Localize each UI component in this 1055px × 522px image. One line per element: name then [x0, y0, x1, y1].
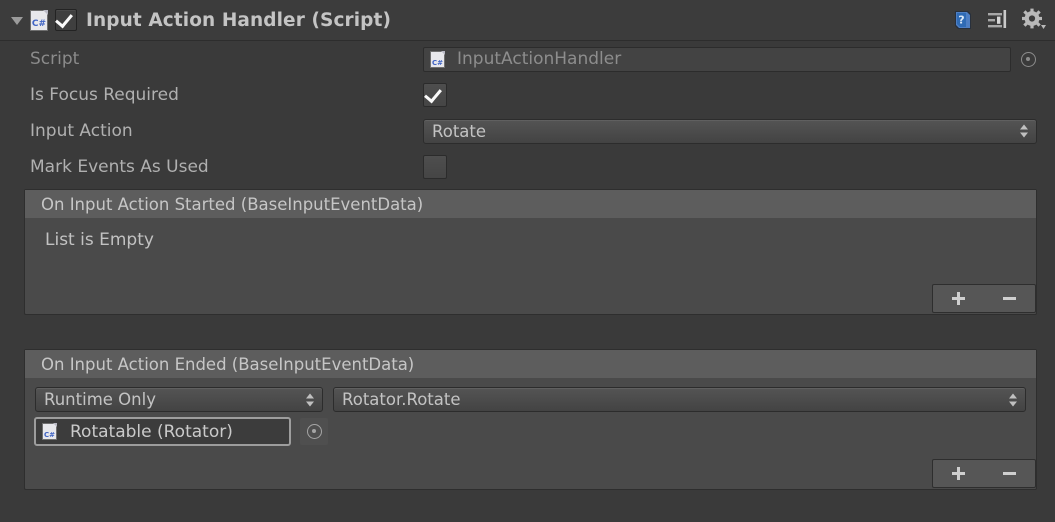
- plus-icon: [952, 467, 965, 480]
- component-header[interactable]: C# Input Action Handler (Script) ?: [0, 0, 1055, 41]
- script-field-area: C# InputActionHandler: [423, 41, 1037, 77]
- event-function-value: Rotator.Rotate: [342, 390, 461, 409]
- csharp-script-icon: C#: [430, 50, 445, 68]
- script-value: InputActionHandler: [457, 49, 622, 69]
- property-row-mark-events-as-used: Mark Events As Used: [0, 149, 1055, 185]
- event-entry-line-bottom: C# Rotatable (Rotator): [34, 417, 1026, 446]
- plus-minus-group: [932, 459, 1036, 488]
- property-row-is-focus-required: Is Focus Required: [0, 77, 1055, 113]
- component-title: Input Action Handler (Script): [86, 9, 392, 31]
- script-label: Script: [30, 49, 80, 69]
- csharp-script-icon: C#: [30, 9, 48, 31]
- minus-icon: [1003, 297, 1016, 300]
- help-icon[interactable]: ?: [951, 8, 975, 32]
- event-list-started-title: On Input Action Started (BaseInputEventD…: [41, 194, 424, 214]
- checkmark-icon: [424, 84, 442, 104]
- event-target-value: Rotatable (Rotator): [70, 421, 233, 442]
- event-target-object-field[interactable]: C# Rotatable (Rotator): [34, 417, 291, 446]
- event-list-ended-controls: [932, 457, 1036, 490]
- is-focus-required-label: Is Focus Required: [30, 85, 179, 105]
- event-list-ended-header[interactable]: On Input Action Ended (BaseInputEventDat…: [25, 350, 1036, 379]
- add-event-button-started[interactable]: [933, 285, 984, 312]
- event-list-started-empty-text: List is Empty: [45, 230, 154, 250]
- mark-events-as-used-checkbox[interactable]: [423, 155, 447, 179]
- add-event-button-ended[interactable]: [933, 460, 984, 487]
- event-function-dropdown[interactable]: Rotator.Rotate: [333, 387, 1026, 412]
- csharp-icon-label: C#: [431, 58, 443, 67]
- chevron-updown-icon: [1009, 392, 1018, 407]
- gear-icon[interactable]: [1021, 8, 1047, 32]
- plus-minus-group: [932, 284, 1036, 313]
- header-tool-icons: ?: [951, 0, 1047, 40]
- event-list-ended-title: On Input Action Ended (BaseInputEventDat…: [41, 354, 415, 374]
- input-action-value: Rotate: [432, 121, 487, 141]
- preset-icon[interactable]: [986, 9, 1010, 31]
- is-focus-required-checkbox[interactable]: [423, 83, 447, 107]
- checkmark-icon: [55, 9, 73, 29]
- csharp-icon-label: C#: [43, 431, 55, 439]
- input-action-label: Input Action: [30, 121, 133, 141]
- event-list-ended: On Input Action Ended (BaseInputEventDat…: [24, 349, 1037, 490]
- remove-event-button-started[interactable]: [984, 285, 1035, 312]
- event-list-ended-body: Runtime Only Rotator.Rotate C# Rotatable…: [25, 379, 1036, 489]
- script-object-field[interactable]: C# InputActionHandler: [423, 46, 1011, 72]
- event-mode-value: Runtime Only: [44, 390, 156, 409]
- property-row-script: Script C# InputActionHandler: [0, 41, 1055, 77]
- event-list-started-controls: [932, 282, 1036, 315]
- event-list-started-header[interactable]: On Input Action Started (BaseInputEventD…: [25, 190, 1036, 219]
- minus-icon: [1003, 472, 1016, 475]
- event-target-picker-button[interactable]: [300, 418, 328, 445]
- event-list-started-body: List is Empty: [25, 219, 1036, 314]
- object-picker-icon: [306, 424, 322, 439]
- input-action-dropdown[interactable]: Rotate: [423, 118, 1037, 144]
- csharp-script-icon: C#: [42, 423, 57, 440]
- event-entry-line-top: Runtime Only Rotator.Rotate: [35, 387, 1026, 412]
- remove-event-button-ended[interactable]: [984, 460, 1035, 487]
- property-row-input-action: Input Action Rotate: [0, 113, 1055, 149]
- mark-events-as-used-field-area: [423, 149, 1037, 185]
- event-mode-dropdown[interactable]: Runtime Only: [35, 387, 323, 412]
- event-list-started: On Input Action Started (BaseInputEventD…: [24, 189, 1037, 315]
- chevron-updown-icon: [306, 392, 315, 407]
- svg-text:?: ?: [958, 14, 964, 27]
- foldout-toggle-icon[interactable]: [8, 11, 26, 29]
- component-enabled-checkbox[interactable]: [55, 9, 77, 31]
- plus-icon: [952, 292, 965, 305]
- is-focus-required-field-area: [423, 77, 1037, 113]
- input-action-field-area: Rotate: [423, 113, 1037, 149]
- csharp-icon-label: C#: [31, 18, 47, 29]
- chevron-updown-icon: [1020, 124, 1029, 139]
- mark-events-as-used-label: Mark Events As Used: [30, 157, 209, 177]
- object-picker-icon[interactable]: [1020, 51, 1037, 68]
- inspector-panel: C# Input Action Handler (Script) ? Scrip…: [0, 0, 1055, 522]
- event-entry: Runtime Only Rotator.Rotate C# Rotatable…: [25, 379, 1036, 455]
